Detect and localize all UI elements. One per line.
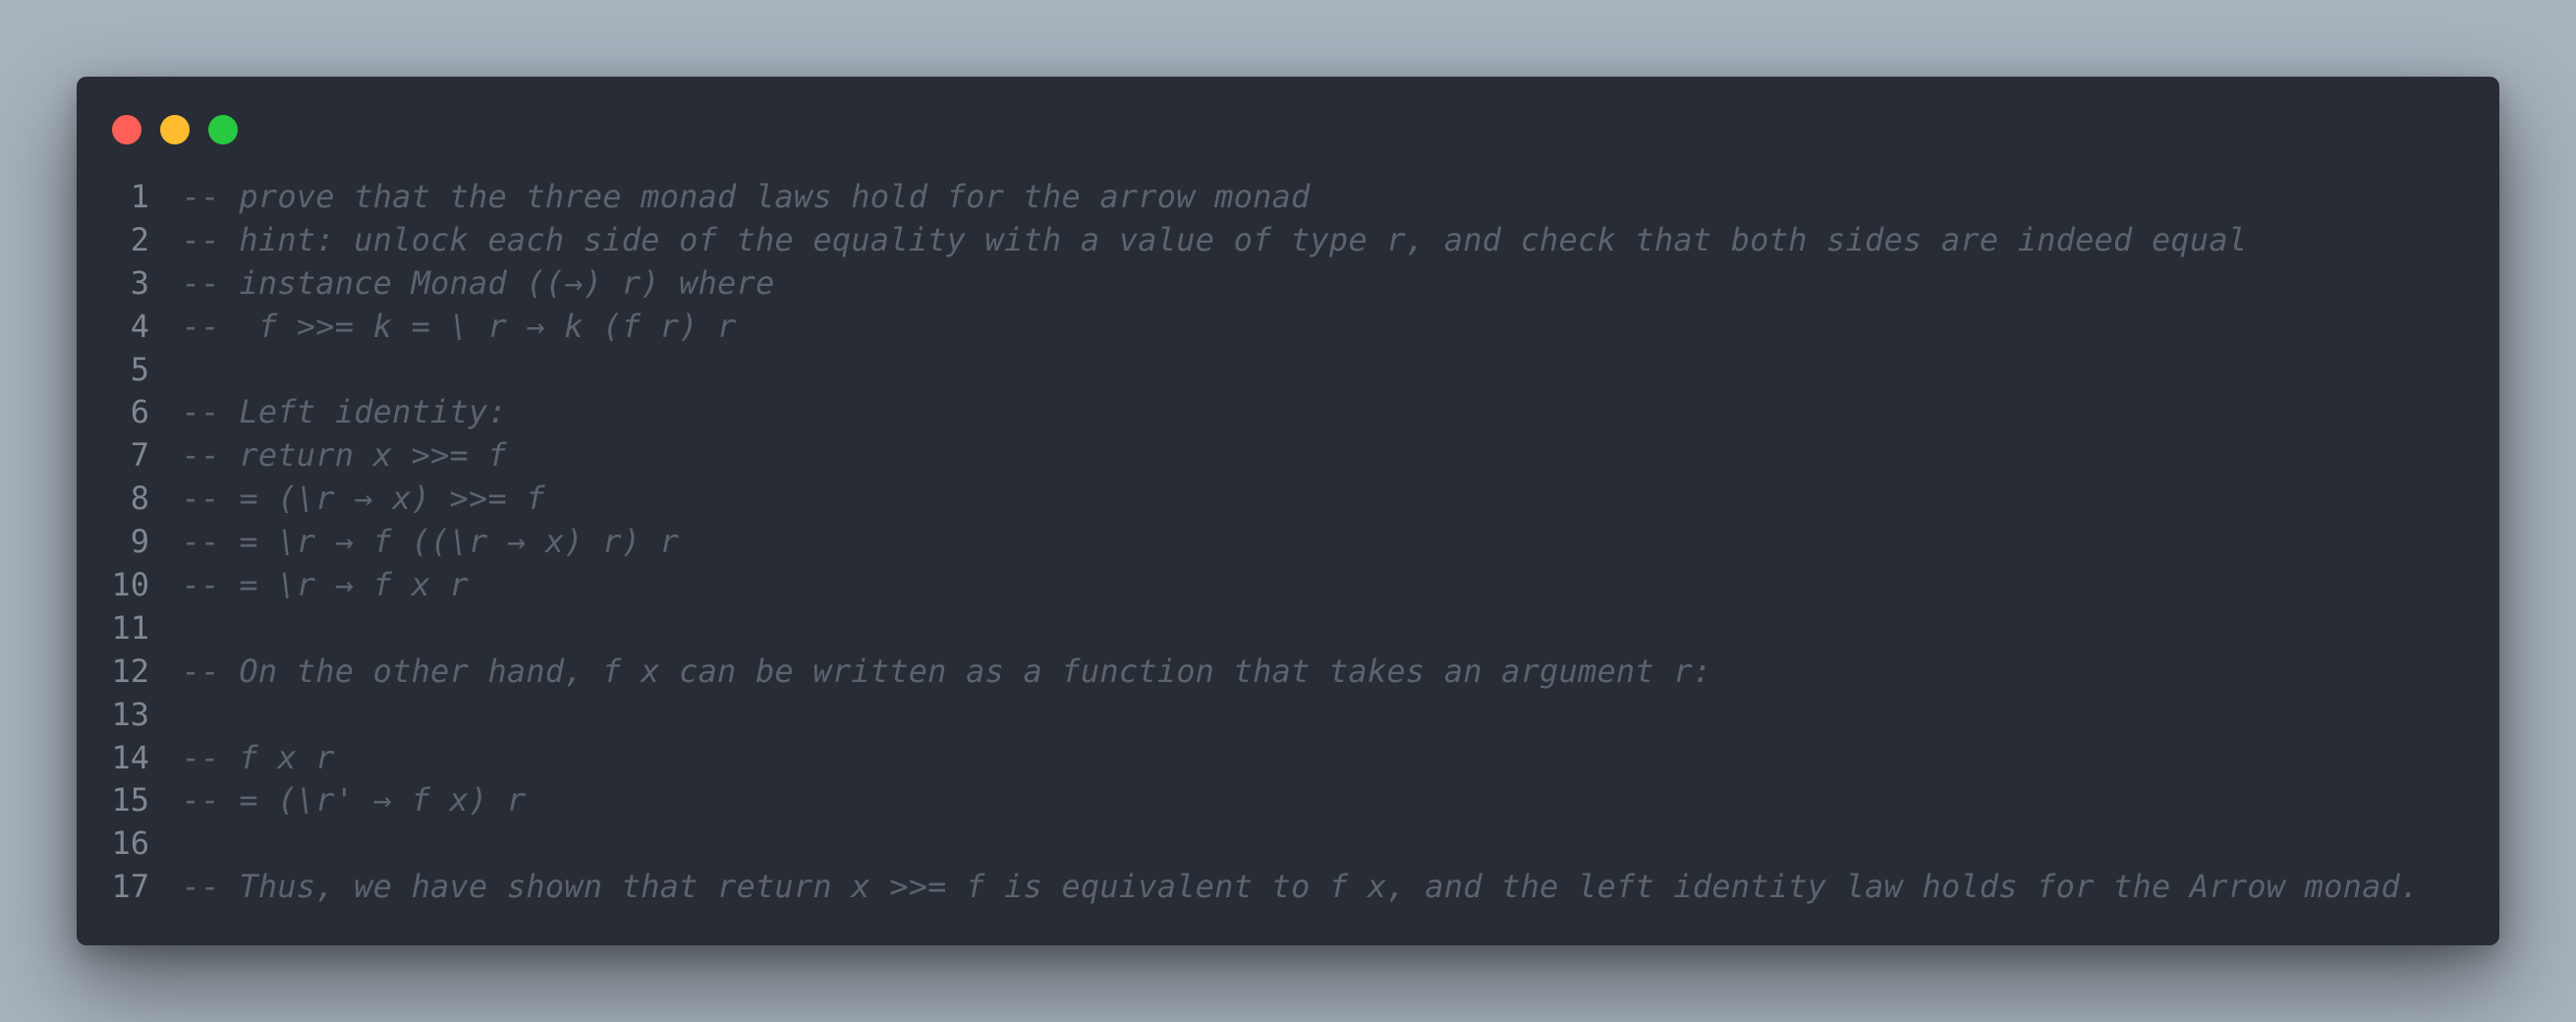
code-text: -- = (\r → x) >>= f (182, 480, 545, 518)
code-text: -- instance Monad ((→) r) where (182, 263, 775, 302)
code-line: 5 (77, 348, 2499, 391)
code-window: 1 -- prove that the three monad laws hol… (77, 77, 2499, 945)
code-text: -- Thus, we have shown that return x >>=… (182, 868, 2420, 906)
line-number: 11 (111, 608, 149, 647)
code-text: -- hint: unlock each side of the equalit… (182, 220, 2248, 258)
line-number: 14 (111, 738, 149, 776)
code-line: 13 (77, 693, 2499, 736)
code-text: -- return x >>= f (182, 436, 507, 475)
code-text: -- prove that the three monad laws hold … (182, 177, 1311, 215)
line-number: 17 (111, 868, 149, 906)
code-line: 10 -- = \r → f x r (77, 563, 2499, 606)
code-line: 2 -- hint: unlock each side of the equal… (77, 218, 2499, 261)
line-number: 3 (130, 263, 149, 302)
code-line: 15 -- = (\r' → f x) r (77, 778, 2499, 822)
code-text: -- f x r (182, 738, 335, 776)
code-line: 11 (77, 606, 2499, 650)
line-number: 1 (130, 177, 149, 215)
code-line: 12 -- On the other hand, f x can be writ… (77, 650, 2499, 693)
line-number: 9 (130, 523, 149, 561)
code-line: 3 -- instance Monad ((→) r) where (77, 261, 2499, 305)
line-number: 7 (130, 436, 149, 475)
code-text: -- = \r → f ((\r → x) r) r (182, 523, 680, 561)
code-line: 1 -- prove that the three monad laws hol… (77, 175, 2499, 218)
code-text: -- = (\r' → f x) r (182, 781, 527, 820)
code-text: -- = \r → f x r (182, 565, 469, 603)
code-line: 17 -- Thus, we have shown that return x … (77, 865, 2499, 908)
code-line: 8 -- = (\r → x) >>= f (77, 477, 2499, 520)
zoom-button[interactable] (208, 115, 238, 144)
line-number: 8 (130, 480, 149, 518)
line-number: 16 (111, 824, 149, 863)
code-line: 9 -- = \r → f ((\r → x) r) r (77, 520, 2499, 563)
minimize-button[interactable] (160, 115, 190, 144)
code-line: 6 -- Left identity: (77, 390, 2499, 433)
close-button[interactable] (112, 115, 141, 144)
code-text: -- f >>= k = \ r → k (f r) r (182, 307, 737, 345)
line-number: 12 (111, 652, 149, 690)
line-number: 5 (130, 350, 149, 388)
line-number: 10 (111, 565, 149, 603)
line-number: 15 (111, 781, 149, 820)
line-number: 6 (130, 393, 149, 431)
window-controls (112, 115, 238, 144)
code-text: -- On the other hand, f x can be written… (182, 652, 1712, 690)
code-line: 14 -- f x r (77, 736, 2499, 779)
code-line: 4 -- f >>= k = \ r → k (f r) r (77, 305, 2499, 348)
line-number: 2 (130, 220, 149, 258)
code-area[interactable]: 1 -- prove that the three monad laws hol… (77, 175, 2499, 908)
code-line: 16 (77, 822, 2499, 865)
line-number: 13 (111, 695, 149, 733)
code-line: 7 -- return x >>= f (77, 433, 2499, 477)
line-number: 4 (130, 307, 149, 345)
code-text: -- Left identity: (182, 393, 507, 431)
